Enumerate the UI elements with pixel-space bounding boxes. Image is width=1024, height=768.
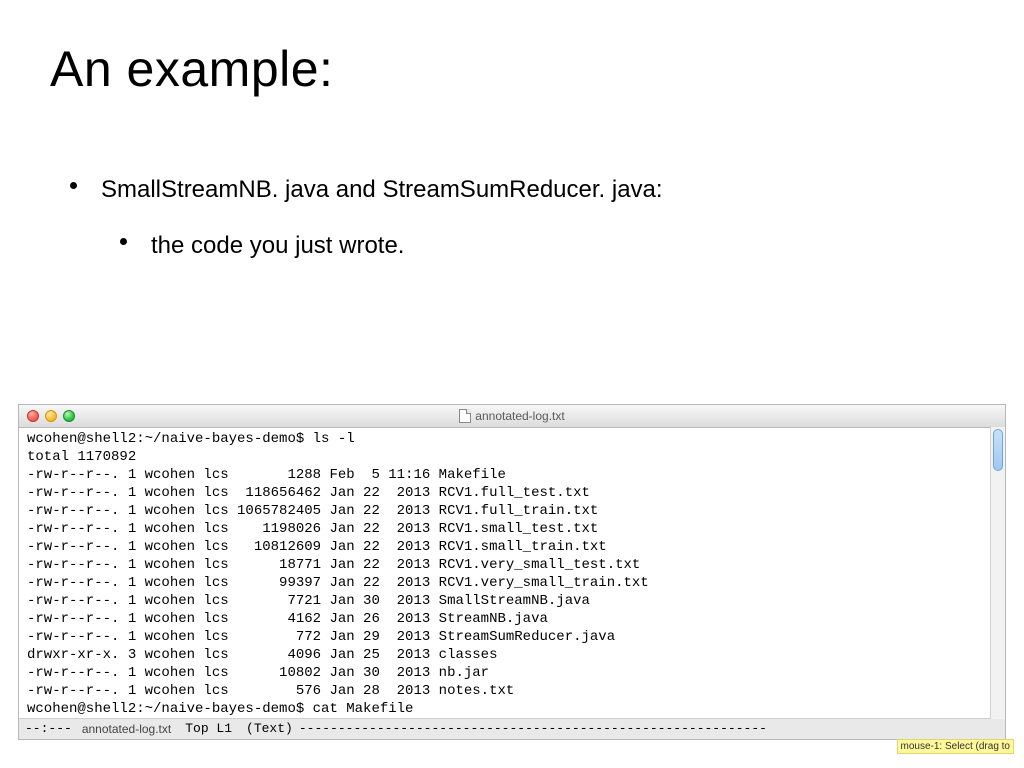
scrollbar[interactable] bbox=[990, 427, 1005, 719]
status-mode: (Text) bbox=[246, 719, 293, 739]
scrollbar-thumb[interactable] bbox=[993, 429, 1003, 471]
window-title-text: annotated-log.txt bbox=[475, 409, 564, 423]
tooltip: mouse-1: Select (drag to bbox=[897, 739, 1015, 754]
file-icon bbox=[459, 409, 471, 423]
terminal-text: wcohen@shell2:~/naive-bayes-demo$ ls -l … bbox=[27, 430, 1001, 718]
status-left: --:--- bbox=[25, 719, 72, 739]
status-dashes: ----------------------------------------… bbox=[299, 719, 999, 739]
slide-title: An example: bbox=[0, 0, 1024, 98]
bullet-2-text: the code you just wrote. bbox=[151, 232, 404, 260]
bullet-dot-icon bbox=[70, 182, 77, 189]
window-title: annotated-log.txt bbox=[19, 409, 1005, 423]
bullet-level-2: the code you just wrote. bbox=[120, 234, 1024, 260]
terminal-titlebar[interactable]: annotated-log.txt bbox=[19, 405, 1005, 428]
slide: An example: SmallStreamNB. java and Stre… bbox=[0, 0, 1024, 768]
status-filename: annotated-log.txt bbox=[82, 719, 171, 739]
bullet-dot-icon bbox=[120, 238, 127, 245]
terminal-body[interactable]: wcohen@shell2:~/naive-bayes-demo$ ls -l … bbox=[19, 428, 1005, 718]
terminal-window: annotated-log.txt wcohen@shell2:~/naive-… bbox=[18, 404, 1006, 740]
bullet-list: SmallStreamNB. java and StreamSumReducer… bbox=[0, 98, 1024, 260]
bullet-1-text: SmallStreamNB. java and StreamSumReducer… bbox=[101, 176, 663, 204]
status-bar: --:--- annotated-log.txt Top L1 (Text) -… bbox=[19, 718, 1005, 739]
bullet-level-1: SmallStreamNB. java and StreamSumReducer… bbox=[70, 178, 1024, 204]
status-position: Top L1 bbox=[185, 719, 232, 739]
